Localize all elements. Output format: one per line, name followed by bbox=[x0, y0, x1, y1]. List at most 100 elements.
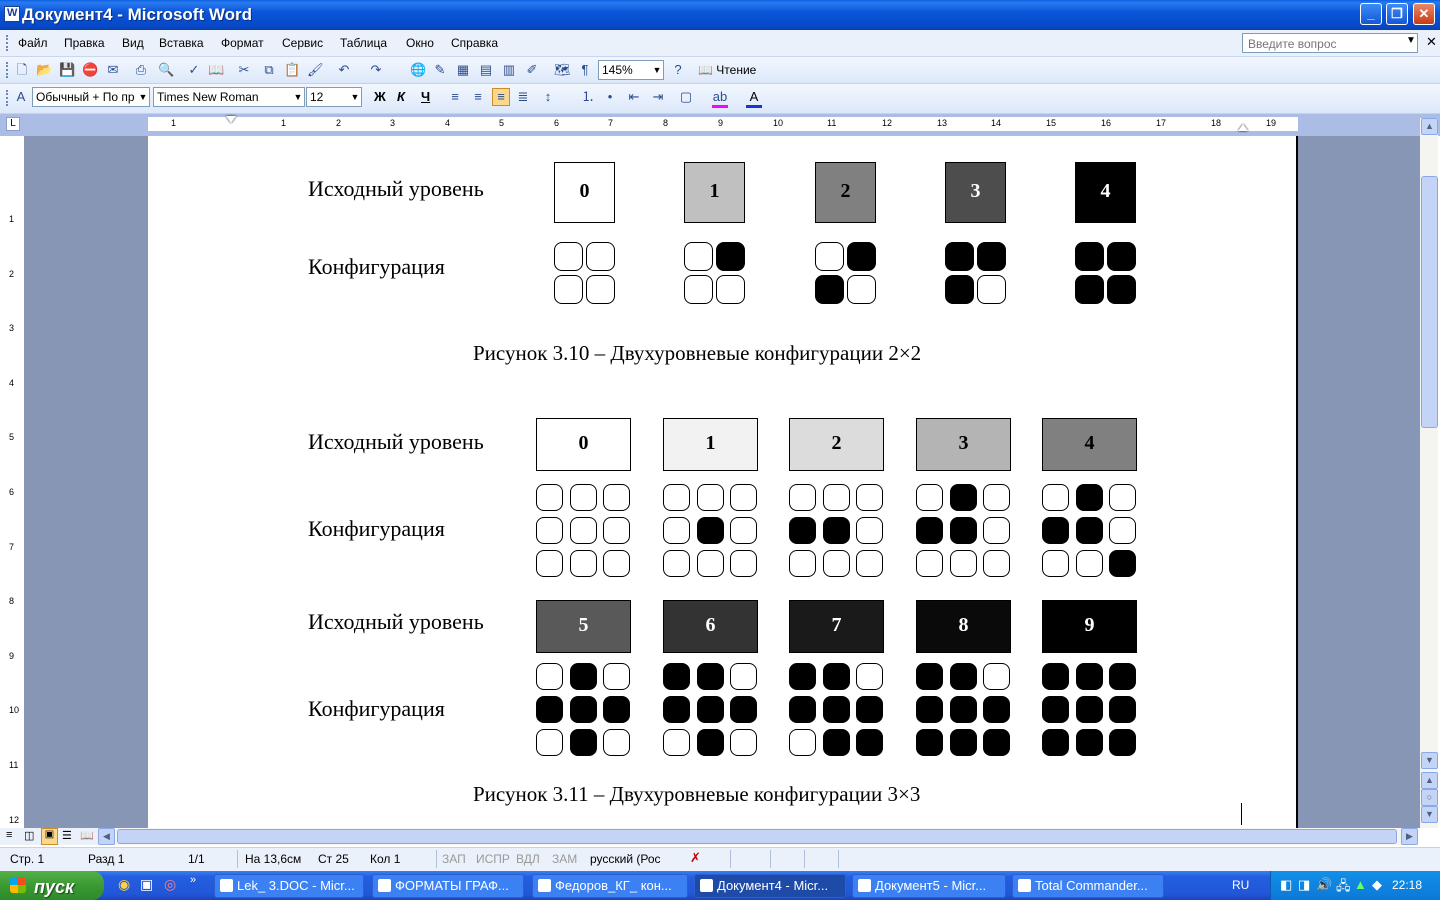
outline-view-icon[interactable]: ☰ bbox=[62, 829, 72, 842]
redo-icon[interactable]: ↷ bbox=[368, 62, 384, 78]
style-combo[interactable]: Обычный + По пр ▼ bbox=[32, 87, 150, 107]
scroll-right-button[interactable]: ▶ bbox=[1401, 828, 1418, 845]
scroll-thumb[interactable] bbox=[1421, 176, 1438, 428]
justify-icon[interactable]: ≣ bbox=[515, 89, 531, 105]
taskbar-button[interactable]: ФОРМАТЫ ГРАФ... bbox=[372, 874, 524, 898]
maximize-button[interactable]: ❐ bbox=[1386, 3, 1408, 25]
menu-table[interactable]: Таблица bbox=[340, 36, 387, 50]
chevron-down-icon[interactable]: ▼ bbox=[137, 88, 149, 106]
help-dropdown-icon[interactable]: ▼ bbox=[1406, 35, 1416, 46]
research-icon[interactable]: 📖 bbox=[208, 62, 224, 78]
chevron-down-icon[interactable]: ▼ bbox=[651, 61, 663, 79]
first-line-indent-marker[interactable] bbox=[226, 116, 236, 123]
reading-view-icon[interactable]: 📖 bbox=[80, 829, 94, 842]
open-icon[interactable]: 📂 bbox=[36, 62, 52, 78]
menu-tools[interactable]: Сервис bbox=[282, 36, 323, 50]
save-icon[interactable]: 💾 bbox=[59, 62, 75, 78]
network-icon[interactable]: 🖧 bbox=[1336, 877, 1351, 899]
language-indicator[interactable]: RU bbox=[1232, 878, 1249, 892]
spelling-icon[interactable]: ✓ bbox=[186, 62, 202, 78]
insert-table-icon[interactable]: ▦ bbox=[455, 62, 471, 78]
align-right-icon[interactable]: ≡ bbox=[492, 88, 510, 106]
menu-file[interactable]: Файл bbox=[18, 36, 48, 50]
menu-help[interactable]: Справка bbox=[451, 36, 498, 50]
styles-icon[interactable]: A bbox=[13, 89, 29, 105]
scroll-left-button[interactable]: ◀ bbox=[98, 828, 115, 845]
document-page[interactable] bbox=[148, 136, 1298, 828]
columns-icon[interactable]: ▥ bbox=[501, 62, 517, 78]
taskbar-button[interactable]: Total Commander... bbox=[1012, 874, 1164, 898]
new-icon[interactable]: 🗋 bbox=[14, 62, 30, 78]
previous-page-icon[interactable]: ▲ bbox=[1421, 772, 1438, 789]
quicklaunch-icon[interactable]: ◉ bbox=[118, 876, 130, 893]
chevron-down-icon[interactable]: ▼ bbox=[349, 88, 361, 106]
print-layout-icon[interactable]: ▣ bbox=[41, 828, 58, 845]
taskbar-button[interactable]: Документ5 - Micr... bbox=[852, 874, 1006, 898]
tray-icon[interactable]: ◨ bbox=[1298, 877, 1310, 893]
taskbar-button[interactable]: Lek_ 3.DOC - Micr... bbox=[214, 874, 364, 898]
tables-borders-icon[interactable]: ✎ bbox=[432, 62, 448, 78]
copy-icon[interactable]: ⧉ bbox=[261, 62, 277, 78]
menu-format[interactable]: Формат bbox=[221, 36, 264, 50]
quicklaunch-expand-icon[interactable]: » bbox=[190, 874, 196, 886]
menu-window[interactable]: Окно bbox=[406, 36, 434, 50]
scroll-up-button[interactable]: ▲ bbox=[1421, 118, 1438, 135]
status-ovr[interactable]: ЗАМ bbox=[552, 852, 577, 866]
help-icon[interactable]: ? bbox=[670, 62, 686, 78]
drawing-icon[interactable]: ✐ bbox=[524, 62, 540, 78]
zoom-combo[interactable]: 145% ▼ bbox=[598, 60, 664, 80]
status-language[interactable]: русский (Рос bbox=[590, 852, 661, 866]
status-rec[interactable]: ЗАП bbox=[442, 852, 466, 866]
chevron-down-icon[interactable]: ▼ bbox=[292, 88, 304, 106]
menu-insert[interactable]: Вставка bbox=[159, 36, 204, 50]
format-painter-icon[interactable]: 🖌 bbox=[307, 62, 324, 78]
quicklaunch-icon[interactable]: ▣ bbox=[140, 876, 153, 893]
help-question-box[interactable] bbox=[1242, 33, 1418, 53]
email-icon[interactable]: ✉ bbox=[105, 62, 121, 78]
taskbar-button[interactable]: Федоров_КГ_ кон... bbox=[532, 874, 688, 898]
document-map-icon[interactable]: 🗺 bbox=[554, 62, 571, 78]
menu-edit[interactable]: Правка bbox=[64, 36, 105, 50]
print-icon[interactable]: ⎙ bbox=[133, 62, 149, 78]
tray-icon[interactable]: ◆ bbox=[1372, 877, 1382, 893]
print-preview-icon[interactable]: 🔍 bbox=[158, 62, 174, 78]
tab-selector[interactable]: L bbox=[6, 117, 20, 131]
numbering-icon[interactable]: ⒈ bbox=[580, 89, 596, 105]
browse-object-icon[interactable]: ○ bbox=[1421, 789, 1438, 806]
help-question-input[interactable] bbox=[1246, 35, 1400, 53]
web-view-icon[interactable]: ◫ bbox=[24, 829, 34, 842]
quicklaunch-icon[interactable]: ◎ bbox=[164, 876, 176, 893]
show-hide-icon[interactable]: ¶ bbox=[577, 62, 593, 78]
underline-button[interactable]: Ч bbox=[421, 89, 430, 104]
cut-icon[interactable]: ✂ bbox=[236, 62, 252, 78]
status-trk[interactable]: ИСПР bbox=[476, 852, 510, 866]
next-page-icon[interactable]: ▼ bbox=[1421, 806, 1438, 823]
status-ext[interactable]: ВДЛ bbox=[516, 852, 540, 866]
close-button[interactable]: ✕ bbox=[1413, 3, 1435, 25]
align-left-icon[interactable]: ≡ bbox=[447, 89, 463, 105]
standard-toolbar-grip[interactable] bbox=[6, 62, 11, 78]
menu-view[interactable]: Вид bbox=[122, 36, 144, 50]
permission-icon[interactable]: ⛔ bbox=[82, 62, 98, 78]
document-close-icon[interactable]: ✕ bbox=[1426, 34, 1437, 50]
minimize-button[interactable]: _ bbox=[1360, 3, 1382, 25]
vertical-ruler[interactable]: 1 2 3 4 5 6 7 8 9 10 11 12 bbox=[6, 136, 20, 828]
word-icon[interactable] bbox=[4, 6, 20, 22]
bold-button[interactable]: Ж bbox=[374, 89, 386, 104]
bullets-icon[interactable]: • bbox=[602, 89, 618, 105]
line-spacing-icon[interactable]: ↕ bbox=[540, 89, 556, 105]
undo-icon[interactable]: ↶ bbox=[336, 62, 352, 78]
scroll-down-button[interactable]: ▼ bbox=[1421, 752, 1438, 769]
font-combo[interactable]: Times New Roman ▼ bbox=[153, 87, 305, 107]
taskbar-button-active[interactable]: Документ4 - Micr... bbox=[694, 874, 846, 898]
insert-excel-icon[interactable]: ▤ bbox=[478, 62, 494, 78]
hscroll-thumb[interactable] bbox=[117, 829, 1397, 844]
hyperlink-icon[interactable]: 🌐 bbox=[410, 62, 426, 78]
normal-view-icon[interactable]: ≡ bbox=[6, 829, 12, 841]
reading-mode-button[interactable]: 📖 Чтение bbox=[698, 63, 756, 77]
spelling-status-icon[interactable]: ✗ bbox=[690, 850, 701, 866]
volume-icon[interactable]: 🔊 bbox=[1316, 877, 1332, 893]
align-center-icon[interactable]: ≡ bbox=[470, 89, 486, 105]
horizontal-ruler[interactable]: 1 1 2 3 4 5 6 7 8 9 10 11 12 13 14 15 16 17 18 19 bbox=[148, 117, 1298, 131]
borders-icon[interactable]: ▢ bbox=[678, 89, 694, 105]
